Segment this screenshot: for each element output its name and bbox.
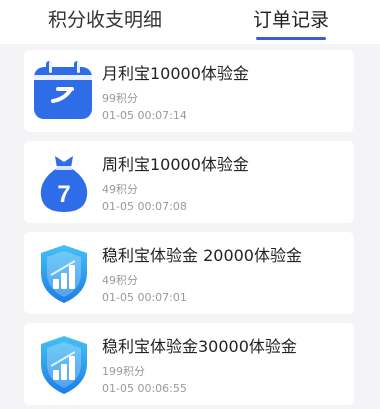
order-title: 稳利宝体验金30000体验金 xyxy=(102,337,297,356)
order-title: 月利宝10000体验金 xyxy=(102,64,249,83)
order-time: 01-05 00:07:14 xyxy=(102,109,187,122)
tab-order-records-label: 订单记录 xyxy=(252,9,329,31)
order-item[interactable]: 稳利宝体验金30000体验金 199积分 01-05 00:06:55 xyxy=(24,323,354,405)
tab-points-history-label: 积分收支明细 xyxy=(47,9,162,31)
order-points: 199积分 xyxy=(102,365,145,378)
order-title: 周利宝10000体验金 xyxy=(102,155,249,174)
order-time: 01-05 00:07:01 xyxy=(102,291,187,304)
order-time: 01-05 00:07:08 xyxy=(102,200,187,213)
order-points: 49积分 xyxy=(102,183,138,196)
order-points: 49积分 xyxy=(102,274,138,287)
tab-order-records[interactable]: 订单记录 xyxy=(236,0,346,44)
money-bag-icon: 7 xyxy=(31,148,97,216)
order-item[interactable]: 月利宝10000体验金 99积分 01-05 00:07:14 xyxy=(24,50,354,132)
bag-number: 7 xyxy=(57,181,70,208)
order-points: 99积分 xyxy=(102,92,138,105)
order-item[interactable]: 稳利宝体验金 20000体验金 49积分 01-05 00:07:01 xyxy=(24,232,354,314)
order-time: 01-05 00:06:55 xyxy=(102,382,187,395)
shield-chart-icon xyxy=(31,239,97,307)
order-title: 稳利宝体验金 20000体验金 xyxy=(102,246,302,265)
tab-points-history[interactable]: 积分收支明细 xyxy=(30,0,180,44)
order-item[interactable]: 7 周利宝10000体验金 49积分 01-05 00:07:08 xyxy=(24,141,354,223)
tab-bar: 积分收支明细 订单记录 xyxy=(0,0,380,44)
calendar-icon xyxy=(31,57,97,125)
shield-chart-icon xyxy=(31,330,97,398)
active-tab-indicator xyxy=(256,37,326,40)
